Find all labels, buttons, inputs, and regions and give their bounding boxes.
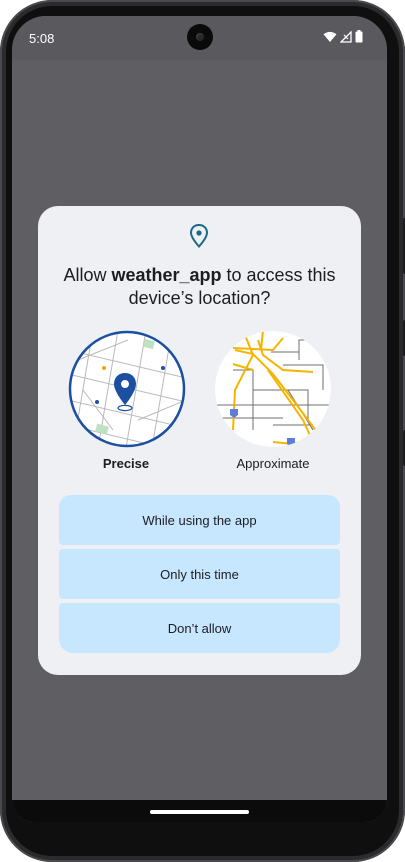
precise-map-icon xyxy=(68,330,186,448)
approximate-label[interactable]: Approximate xyxy=(203,456,343,471)
approximate-option[interactable] xyxy=(213,330,333,455)
precise-option[interactable] xyxy=(68,330,186,453)
title-prefix: Allow xyxy=(63,265,112,285)
wifi-icon xyxy=(323,30,337,48)
signal-icon xyxy=(339,30,352,48)
front-camera xyxy=(187,24,213,50)
location-pin-icon xyxy=(188,223,210,254)
app-name: weather_app xyxy=(111,265,222,285)
status-bar: 5:08 xyxy=(12,16,387,60)
precise-label[interactable]: Precise xyxy=(56,456,196,471)
dont-allow-button[interactable]: Don’t allow xyxy=(59,603,340,653)
screen: 5:08 Allow weather_app to access this de… xyxy=(12,16,387,822)
phone-frame: 5:08 Allow weather_app to access this de… xyxy=(0,0,405,862)
navigation-bar xyxy=(12,800,387,822)
while-using-app-button[interactable]: While using the app xyxy=(59,495,340,545)
dialog-title: Allow weather_app to access this device’… xyxy=(52,264,347,310)
status-time: 5:08 xyxy=(29,31,55,46)
gesture-handle[interactable] xyxy=(150,810,249,814)
location-permission-dialog: Allow weather_app to access this device’… xyxy=(38,206,361,675)
battery-icon xyxy=(355,30,363,48)
status-icons xyxy=(323,30,363,48)
approximate-map-icon xyxy=(215,331,331,447)
only-this-time-button[interactable]: Only this time xyxy=(59,549,340,599)
